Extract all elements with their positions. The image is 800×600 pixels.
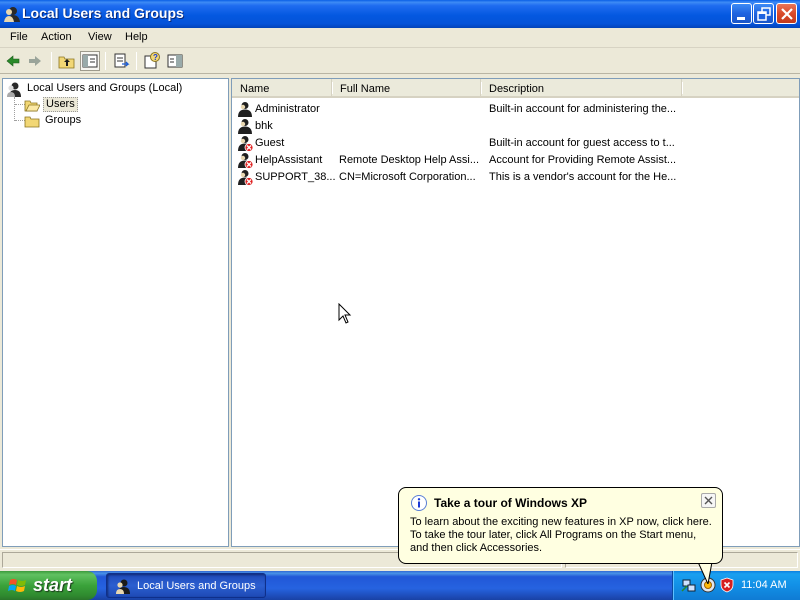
windows-flag-icon bbox=[8, 579, 26, 592]
users-groups-icon bbox=[4, 7, 20, 22]
user-name-cell: SUPPORT_38... bbox=[255, 171, 335, 183]
list-header: Name Full Name Description bbox=[232, 79, 799, 98]
tree-item-users-label: Users bbox=[43, 97, 78, 112]
user-icon bbox=[238, 102, 252, 117]
system-tray: 11:04 AM bbox=[672, 571, 800, 600]
balloon-line: To take the tour later, click All Progra… bbox=[410, 529, 697, 541]
back-arrow-icon bbox=[6, 55, 20, 67]
full-name-cell: CN=Microsoft Corporation... bbox=[339, 171, 476, 183]
description-cell: Account for Providing Remote Assist... bbox=[489, 154, 677, 166]
svg-text:?: ? bbox=[153, 53, 158, 62]
table-row[interactable]: bhk bbox=[236, 118, 796, 135]
disabled-user-icon bbox=[238, 136, 254, 152]
users-groups-icon bbox=[7, 82, 21, 97]
user-name-cell: HelpAssistant bbox=[255, 154, 323, 166]
menu-help[interactable]: Help bbox=[123, 31, 150, 43]
disabled-user-icon bbox=[238, 153, 254, 169]
info-icon bbox=[411, 495, 427, 511]
table-row[interactable]: Administrator Built-in account for admini… bbox=[236, 101, 796, 118]
column-full-name[interactable]: Full Name bbox=[332, 79, 482, 98]
forward-button[interactable] bbox=[25, 51, 45, 71]
clock: 11:04 AM bbox=[741, 579, 787, 591]
title-bar[interactable]: Local Users and Groups bbox=[0, 0, 800, 28]
start-button[interactable]: start bbox=[0, 571, 97, 600]
close-icon bbox=[704, 496, 713, 505]
balloon-line: and then click Accessories. bbox=[410, 542, 543, 554]
taskbar: start Local Users and Groups 11:04 AM bbox=[0, 571, 800, 600]
restore-button[interactable] bbox=[753, 3, 774, 24]
user-list-view[interactable]: Name Full Name Description Administrator… bbox=[231, 78, 800, 547]
security-alert-icon[interactable] bbox=[719, 577, 735, 593]
tree-item-users[interactable]: Users bbox=[24, 97, 104, 113]
notification-balloon[interactable]: Take a tour of Windows XP To learn about… bbox=[398, 487, 723, 564]
console-tree[interactable]: Local Users and Groups (Local) Users Gro… bbox=[2, 78, 229, 547]
balloon-title: Take a tour of Windows XP bbox=[434, 496, 588, 510]
balloon-tail bbox=[698, 562, 713, 584]
full-name-cell: Remote Desktop Help Assi... bbox=[339, 154, 480, 166]
toolbar: ? bbox=[0, 48, 800, 74]
minimize-icon bbox=[737, 17, 745, 20]
up-one-level-button[interactable] bbox=[57, 51, 77, 71]
help-icon: ? bbox=[144, 52, 160, 69]
minimize-button[interactable] bbox=[731, 3, 752, 24]
menu-action[interactable]: Action bbox=[39, 31, 74, 43]
taskbar-button-label: Local Users and Groups bbox=[137, 580, 256, 592]
help-button[interactable]: ? bbox=[142, 51, 162, 71]
export-list-icon bbox=[114, 53, 130, 68]
user-icon bbox=[238, 119, 252, 134]
balloon-line: To learn about the exciting new features… bbox=[410, 516, 712, 528]
description-cell: Built-in account for guest access to t..… bbox=[489, 137, 675, 149]
column-name[interactable]: Name bbox=[232, 79, 333, 98]
menu-file[interactable]: File bbox=[8, 31, 30, 43]
menu-view[interactable]: View bbox=[86, 31, 114, 43]
network-icon[interactable] bbox=[681, 577, 697, 593]
folder-icon bbox=[24, 116, 40, 128]
start-label: start bbox=[33, 575, 73, 595]
show-hide-tree-button[interactable] bbox=[80, 51, 100, 71]
user-name-cell: bhk bbox=[255, 120, 273, 132]
tree-root-label: Local Users and Groups (Local) bbox=[27, 82, 183, 94]
show-hide-action-pane-button[interactable] bbox=[165, 51, 185, 71]
restore-icon bbox=[757, 7, 771, 21]
back-button[interactable] bbox=[3, 51, 23, 71]
tree-item-groups-label: Groups bbox=[45, 114, 82, 126]
window-title: Local Users and Groups bbox=[22, 5, 184, 21]
forward-arrow-icon bbox=[29, 56, 41, 66]
tree-item-groups[interactable]: Groups bbox=[24, 113, 104, 129]
taskbar-button-local-users-and-groups[interactable]: Local Users and Groups bbox=[106, 573, 266, 598]
disabled-user-icon bbox=[238, 170, 254, 186]
users-groups-icon bbox=[116, 579, 130, 594]
user-name-cell: Guest bbox=[255, 137, 285, 149]
open-folder-icon bbox=[24, 100, 40, 112]
column-description[interactable]: Description bbox=[481, 79, 683, 98]
balloon-close-button[interactable] bbox=[701, 493, 716, 508]
user-name-cell: Administrator bbox=[255, 103, 320, 115]
menu-bar: File Action View Help bbox=[0, 28, 800, 48]
table-row[interactable]: HelpAssistant Remote Desktop Help Assi...… bbox=[236, 152, 796, 169]
close-button[interactable] bbox=[776, 3, 797, 24]
table-row[interactable]: Guest Built-in account for guest access t… bbox=[236, 135, 796, 152]
table-row[interactable]: SUPPORT_38... CN=Microsoft Corporation...… bbox=[236, 169, 796, 186]
export-list-button[interactable] bbox=[111, 51, 131, 71]
show-hide-tree-icon bbox=[82, 54, 98, 68]
tree-root[interactable]: Local Users and Groups (Local) bbox=[6, 81, 226, 97]
description-cell: This is a vendor's account for the He... bbox=[489, 171, 677, 183]
up-folder-icon bbox=[58, 56, 75, 69]
balloon-message[interactable]: To learn about the exciting new features… bbox=[410, 516, 715, 555]
mouse-cursor-icon bbox=[338, 303, 352, 324]
close-icon bbox=[781, 8, 793, 20]
description-cell: Built-in account for administering the..… bbox=[489, 103, 677, 115]
show-hide-action-pane-icon bbox=[167, 54, 183, 68]
